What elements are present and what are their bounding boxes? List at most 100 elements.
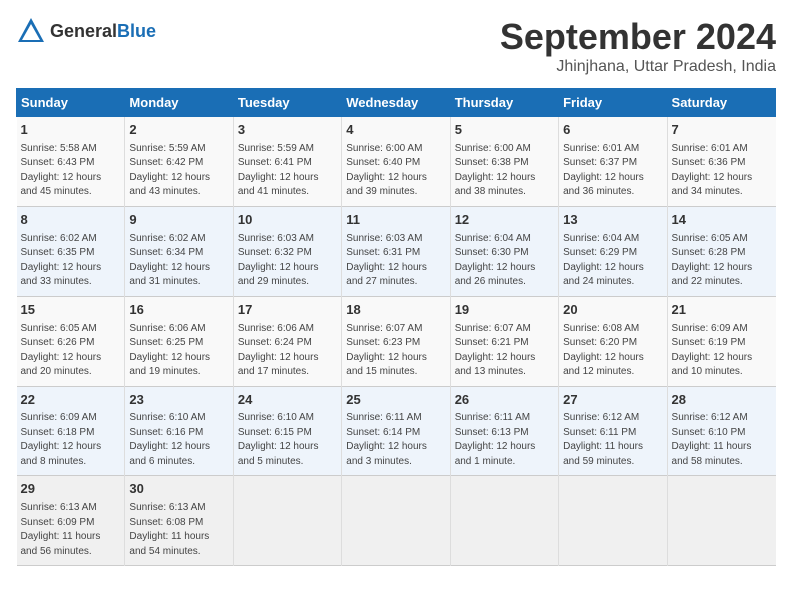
- calendar-cell: [559, 476, 667, 566]
- day-info: Sunrise: 5:59 AM Sunset: 6:42 PM Dayligh…: [129, 142, 228, 200]
- day-number: 13: [563, 211, 662, 230]
- week-row-4: 22Sunrise: 6:09 AM Sunset: 6:18 PM Dayli…: [17, 386, 776, 476]
- calendar-cell: [667, 476, 775, 566]
- day-info: Sunrise: 5:58 AM Sunset: 6:43 PM Dayligh…: [21, 142, 121, 200]
- day-number: 24: [238, 391, 337, 410]
- day-number: 12: [455, 211, 554, 230]
- calendar-cell: 30 Sunrise: 6:13 AM Sunset: 6:08 PM Dayli…: [125, 476, 233, 566]
- day-number: 5: [455, 121, 554, 140]
- day-number: 7: [672, 121, 772, 140]
- day-number: 27: [563, 391, 662, 410]
- calendar-cell: [342, 476, 450, 566]
- day-header-sunday: Sunday: [17, 89, 125, 117]
- day-number: 10: [238, 211, 337, 230]
- day-number: 20: [563, 301, 662, 320]
- day-header-tuesday: Tuesday: [233, 89, 341, 117]
- day-info: Sunrise: 6:06 AM Sunset: 6:25 PM Dayligh…: [129, 322, 228, 380]
- calendar-cell: 29 Sunrise: 6:13 AM Sunset: 6:09 PM Dayli…: [17, 476, 125, 566]
- calendar-cell: 8 Sunrise: 6:02 AM Sunset: 6:35 PM Daylig…: [17, 206, 125, 296]
- day-info: Sunrise: 6:07 AM Sunset: 6:21 PM Dayligh…: [455, 322, 554, 380]
- day-info: Sunrise: 6:07 AM Sunset: 6:23 PM Dayligh…: [346, 322, 445, 380]
- day-number: 28: [672, 391, 772, 410]
- day-number: 8: [21, 211, 121, 230]
- day-info: Sunrise: 6:12 AM Sunset: 6:11 PM Dayligh…: [563, 411, 662, 469]
- day-header-friday: Friday: [559, 89, 667, 117]
- calendar-cell: 11 Sunrise: 6:03 AM Sunset: 6:31 PM Dayli…: [342, 206, 450, 296]
- day-info: Sunrise: 6:03 AM Sunset: 6:32 PM Dayligh…: [238, 232, 337, 290]
- title-block: September 2024 Jhinjhana, Uttar Pradesh,…: [500, 16, 776, 76]
- calendar-cell: 3 Sunrise: 5:59 AM Sunset: 6:41 PM Daylig…: [233, 117, 341, 207]
- day-header-monday: Monday: [125, 89, 233, 117]
- day-number: 6: [563, 121, 662, 140]
- calendar-cell: 7 Sunrise: 6:01 AM Sunset: 6:36 PM Daylig…: [667, 117, 775, 207]
- calendar-cell: 16 Sunrise: 6:06 AM Sunset: 6:25 PM Dayli…: [125, 296, 233, 386]
- calendar-cell: 2 Sunrise: 5:59 AM Sunset: 6:42 PM Daylig…: [125, 117, 233, 207]
- calendar-cell: 21 Sunrise: 6:09 AM Sunset: 6:19 PM Dayli…: [667, 296, 775, 386]
- day-number: 15: [21, 301, 121, 320]
- calendar-cell: 15 Sunrise: 6:05 AM Sunset: 6:26 PM Dayli…: [17, 296, 125, 386]
- calendar-cell: 18 Sunrise: 6:07 AM Sunset: 6:23 PM Dayli…: [342, 296, 450, 386]
- day-number: 17: [238, 301, 337, 320]
- day-info: Sunrise: 6:01 AM Sunset: 6:36 PM Dayligh…: [672, 142, 772, 200]
- day-number: 11: [346, 211, 445, 230]
- day-info: Sunrise: 6:04 AM Sunset: 6:30 PM Dayligh…: [455, 232, 554, 290]
- day-number: 29: [21, 480, 121, 499]
- day-info: Sunrise: 6:04 AM Sunset: 6:29 PM Dayligh…: [563, 232, 662, 290]
- day-info: Sunrise: 5:59 AM Sunset: 6:41 PM Dayligh…: [238, 142, 337, 200]
- calendar-cell: 20 Sunrise: 6:08 AM Sunset: 6:20 PM Dayli…: [559, 296, 667, 386]
- day-number: 9: [129, 211, 228, 230]
- day-info: Sunrise: 6:11 AM Sunset: 6:13 PM Dayligh…: [455, 411, 554, 469]
- day-number: 26: [455, 391, 554, 410]
- location-title: Jhinjhana, Uttar Pradesh, India: [500, 58, 776, 76]
- calendar-cell: 19 Sunrise: 6:07 AM Sunset: 6:21 PM Dayli…: [450, 296, 558, 386]
- calendar-cell: [450, 476, 558, 566]
- calendar-cell: 22Sunrise: 6:09 AM Sunset: 6:18 PM Dayli…: [17, 386, 125, 476]
- week-row-1: 1 Sunrise: 5:58 AM Sunset: 6:43 PM Daylig…: [17, 117, 776, 207]
- calendar-cell: 24Sunrise: 6:10 AM Sunset: 6:15 PM Dayli…: [233, 386, 341, 476]
- day-info: Sunrise: 6:05 AM Sunset: 6:26 PM Dayligh…: [21, 322, 121, 380]
- month-title: September 2024: [500, 16, 776, 58]
- day-number: 4: [346, 121, 445, 140]
- calendar-cell: 27Sunrise: 6:12 AM Sunset: 6:11 PM Dayli…: [559, 386, 667, 476]
- logo-blue: Blue: [117, 21, 156, 41]
- logo-text: GeneralBlue: [50, 21, 156, 42]
- header-row: SundayMondayTuesdayWednesdayThursdayFrid…: [17, 89, 776, 117]
- calendar-cell: 10 Sunrise: 6:03 AM Sunset: 6:32 PM Dayli…: [233, 206, 341, 296]
- day-header-wednesday: Wednesday: [342, 89, 450, 117]
- calendar-cell: 13 Sunrise: 6:04 AM Sunset: 6:29 PM Dayli…: [559, 206, 667, 296]
- calendar-cell: 23Sunrise: 6:10 AM Sunset: 6:16 PM Dayli…: [125, 386, 233, 476]
- day-info: Sunrise: 6:05 AM Sunset: 6:28 PM Dayligh…: [672, 232, 772, 290]
- day-info: Sunrise: 6:13 AM Sunset: 6:09 PM Dayligh…: [21, 501, 121, 559]
- day-info: Sunrise: 6:12 AM Sunset: 6:10 PM Dayligh…: [672, 411, 772, 469]
- day-number: 25: [346, 391, 445, 410]
- day-number: 16: [129, 301, 228, 320]
- calendar-cell: 14 Sunrise: 6:05 AM Sunset: 6:28 PM Dayli…: [667, 206, 775, 296]
- day-number: 3: [238, 121, 337, 140]
- day-number: 19: [455, 301, 554, 320]
- day-info: Sunrise: 6:00 AM Sunset: 6:38 PM Dayligh…: [455, 142, 554, 200]
- day-info: Sunrise: 6:01 AM Sunset: 6:37 PM Dayligh…: [563, 142, 662, 200]
- day-number: 14: [672, 211, 772, 230]
- day-info: Sunrise: 6:10 AM Sunset: 6:15 PM Dayligh…: [238, 411, 337, 469]
- day-info: Sunrise: 6:08 AM Sunset: 6:20 PM Dayligh…: [563, 322, 662, 380]
- day-info: Sunrise: 6:09 AM Sunset: 6:19 PM Dayligh…: [672, 322, 772, 380]
- page-header: GeneralBlue September 2024 Jhinjhana, Ut…: [16, 16, 776, 76]
- calendar-cell: 12 Sunrise: 6:04 AM Sunset: 6:30 PM Dayli…: [450, 206, 558, 296]
- week-row-2: 8 Sunrise: 6:02 AM Sunset: 6:35 PM Daylig…: [17, 206, 776, 296]
- day-info: Sunrise: 6:03 AM Sunset: 6:31 PM Dayligh…: [346, 232, 445, 290]
- day-info: Sunrise: 6:11 AM Sunset: 6:14 PM Dayligh…: [346, 411, 445, 469]
- day-info: Sunrise: 6:06 AM Sunset: 6:24 PM Dayligh…: [238, 322, 337, 380]
- day-number: 1: [21, 121, 121, 140]
- day-number: 21: [672, 301, 772, 320]
- day-number: 30: [129, 480, 228, 499]
- calendar-cell: 6 Sunrise: 6:01 AM Sunset: 6:37 PM Daylig…: [559, 117, 667, 207]
- day-info: Sunrise: 6:10 AM Sunset: 6:16 PM Dayligh…: [129, 411, 228, 469]
- day-number: 2: [129, 121, 228, 140]
- week-row-5: 29 Sunrise: 6:13 AM Sunset: 6:09 PM Dayli…: [17, 476, 776, 566]
- day-number: 18: [346, 301, 445, 320]
- calendar-cell: 28Sunrise: 6:12 AM Sunset: 6:10 PM Dayli…: [667, 386, 775, 476]
- logo: GeneralBlue: [16, 16, 156, 46]
- logo-general: General: [50, 21, 117, 41]
- day-info: Sunrise: 6:13 AM Sunset: 6:08 PM Dayligh…: [129, 501, 228, 559]
- day-info: Sunrise: 6:02 AM Sunset: 6:35 PM Dayligh…: [21, 232, 121, 290]
